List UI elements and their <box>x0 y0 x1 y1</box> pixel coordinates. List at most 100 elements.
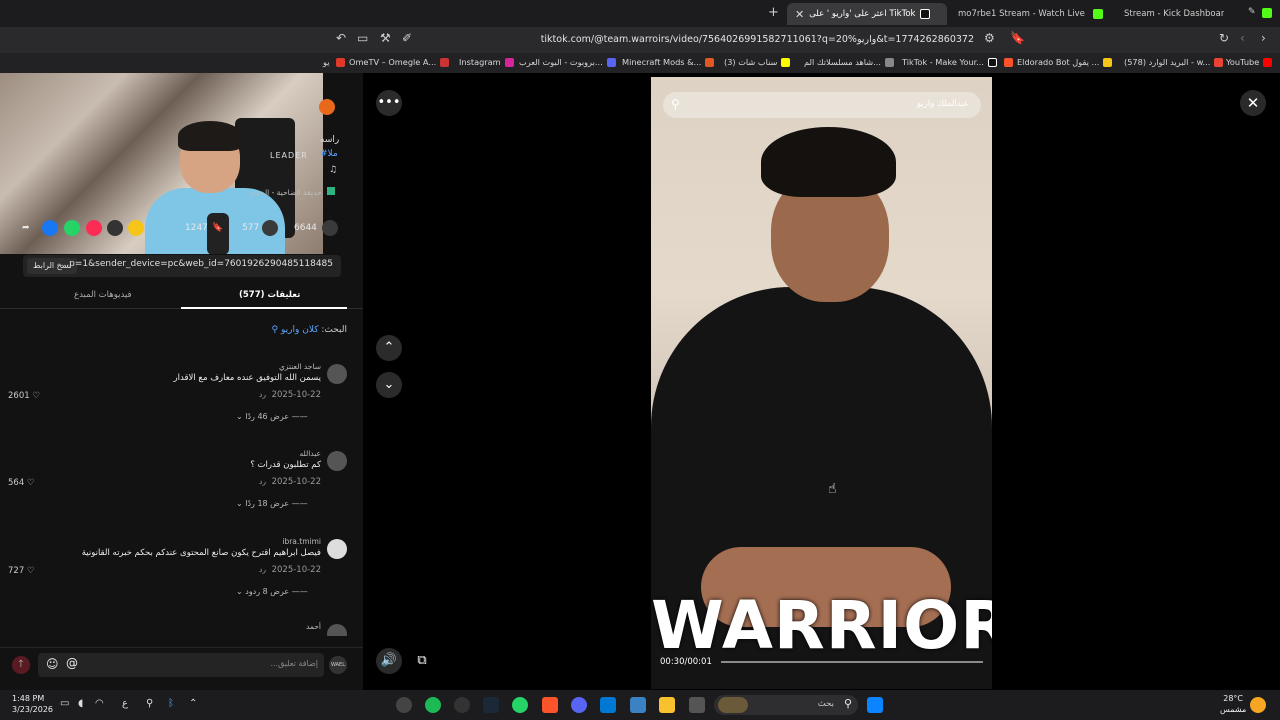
repost-icon[interactable] <box>128 220 144 236</box>
comment-likes[interactable]: 564 ♡ <box>8 478 35 488</box>
bookmark-instagram[interactable]: Instagram <box>459 57 514 67</box>
taskbar-search[interactable]: بحث ⚲ <box>714 695 858 715</box>
video-search-bar[interactable]: ⚲ عبدالملك واريو <box>663 92 981 118</box>
video-progress-bar[interactable] <box>721 661 983 663</box>
bookmark-icon[interactable]: 🔖 <box>1010 31 1025 45</box>
send-icon[interactable] <box>86 220 102 236</box>
avatar[interactable] <box>327 539 347 559</box>
store-icon[interactable] <box>600 697 616 713</box>
bookmark-ometv[interactable]: OmeTV – Omegle A... <box>336 57 450 67</box>
facebook-icon[interactable] <box>42 220 58 236</box>
comment-username[interactable]: أحمد <box>306 622 321 631</box>
reply-button[interactable]: رد <box>259 390 266 399</box>
spotify-icon[interactable] <box>425 697 441 713</box>
volume-icon[interactable]: 🔊 <box>376 648 402 674</box>
user-avatar[interactable]: WAEL <box>329 656 347 674</box>
close-tab-icon[interactable]: ✕ <box>795 8 804 21</box>
settings-icon[interactable] <box>396 697 412 713</box>
next-video-icon[interactable]: ⌄ <box>376 372 402 398</box>
bookmark-shahid[interactable]: شاهد مسلسلاتك الم... <box>804 57 894 67</box>
file-explorer-icon[interactable] <box>659 697 675 713</box>
mention-icon[interactable]: @ <box>66 656 78 670</box>
bluetooth-icon[interactable]: ᛒ <box>168 698 174 709</box>
tab-tiktok-active[interactable]: ✕ اعثر على 'واريو ' على TikTok <box>787 3 947 25</box>
discord-icon[interactable] <box>571 697 587 713</box>
tab-kick-stream[interactable]: mo7rbe1 Stream - Watch Live on Kick <box>958 3 1106 25</box>
comment-username[interactable]: عبدالله <box>299 449 321 458</box>
windows-start-icon[interactable] <box>867 697 883 713</box>
view-replies-button[interactable]: ⌄ عرض 8 ردود —— <box>236 587 308 596</box>
extension-icon[interactable]: ✎ <box>1248 7 1256 17</box>
bookmark-gmail[interactable]: (578) البريد الوارد - w... <box>1124 57 1224 67</box>
bookmark-eldorado[interactable]: Eldorado Bot يقول ... <box>1004 57 1113 67</box>
comment-username[interactable]: ibra.tmimi <box>282 537 321 546</box>
emoji-icon[interactable]: ☺ <box>46 657 59 671</box>
whatsapp-icon[interactable] <box>512 697 528 713</box>
battery-icon[interactable]: ▭ <box>60 698 69 709</box>
github-icon[interactable] <box>454 697 470 713</box>
weather-widget[interactable]: 28°C مشمس <box>1220 693 1246 715</box>
speaker-icon[interactable]: ◖ <box>78 698 83 709</box>
embed-icon[interactable] <box>107 220 123 236</box>
comment-likes[interactable]: 2601 ♡ <box>8 391 40 401</box>
tab-creator-videos[interactable]: فيديوهات المبدع <box>74 290 132 300</box>
previous-video-icon[interactable]: ⌃ <box>376 335 402 361</box>
view-replies-button[interactable]: ⌄ عرض 18 ردًا —— <box>236 499 308 508</box>
undo-icon[interactable]: ↶ <box>336 31 346 45</box>
music-icon[interactable]: ♫ <box>329 165 337 175</box>
site-settings-icon[interactable]: ⚙ <box>984 31 995 45</box>
comment-username[interactable]: ساجد العنتزي <box>279 362 321 371</box>
brave-icon[interactable] <box>542 697 558 713</box>
chevron-up-icon[interactable]: ⌃ <box>189 698 197 709</box>
wifi-icon[interactable]: ◠ <box>95 698 104 709</box>
bookmark-snapchat[interactable]: (3) سناب شات <box>724 57 791 67</box>
bookmark-icon[interactable]: 🔖 <box>212 223 223 233</box>
bookmark-tiktok[interactable]: TikTok - Make Your... <box>902 57 997 67</box>
tiktok-icon <box>920 9 931 19</box>
comment-icon[interactable] <box>262 220 278 236</box>
avatar[interactable] <box>327 624 347 636</box>
video-player[interactable]: ⚲ عبدالملك واريو WARRIOR 00:30/00:01 <box>651 77 992 689</box>
forward-icon[interactable]: ‹ <box>1240 31 1245 45</box>
bookmark-youtube[interactable]: YouTube <box>1226 57 1273 67</box>
search-keyword-link[interactable]: كلان واريو <box>281 325 318 335</box>
microphone-icon[interactable]: ⚲ <box>146 698 153 709</box>
back-icon[interactable]: › <box>1261 31 1266 45</box>
clock[interactable]: 1:48 PM 3/23/2026 <box>12 693 53 715</box>
comment-input[interactable]: ☺ @ إضافة تعليق... <box>38 653 324 677</box>
post-comment-button[interactable]: ↑ <box>12 656 30 674</box>
bookmark-item[interactable]: يو <box>323 57 330 67</box>
location-tag[interactable]: حديقة الضاحية - الدمام <box>250 187 335 197</box>
heart-icon[interactable] <box>322 220 338 236</box>
task-view-icon[interactable] <box>689 697 705 713</box>
url-text[interactable]: tiktok.com/@team.warroirs/video/75640269… <box>541 34 974 45</box>
hashtag-link[interactable]: #ملا <box>320 149 338 159</box>
reply-button[interactable]: رد <box>259 477 266 486</box>
pip-icon[interactable]: ⧉ <box>409 648 435 674</box>
creator-avatar[interactable] <box>319 99 335 115</box>
reply-button[interactable]: رد <box>259 565 266 574</box>
bookmark-probot[interactable]: بروبوت - البوت العرب... <box>519 57 616 67</box>
share-url[interactable]: ...p=1&sender_device=pc&web_id=760192629… <box>61 259 333 269</box>
new-tab-icon[interactable]: + <box>768 5 779 20</box>
view-replies-button[interactable]: ⌄ عرض 46 ردًا —— <box>236 412 308 421</box>
steam-icon[interactable] <box>483 697 499 713</box>
language-indicator[interactable]: ع <box>122 698 128 709</box>
close-icon[interactable]: ✕ <box>1240 90 1266 116</box>
tab-comments[interactable]: (577) تعليقات <box>239 290 300 300</box>
magic-icon[interactable]: ✐ <box>402 31 412 45</box>
whatsapp-icon[interactable] <box>64 220 80 236</box>
tab-icon[interactable]: ▭ <box>357 31 368 45</box>
kick-icon[interactable] <box>1262 8 1272 18</box>
reload-icon[interactable]: ↻ <box>1219 31 1229 45</box>
tab-kick-dashboard[interactable]: Stream - Kick Dashboard <box>1124 3 1224 25</box>
share-icon[interactable]: ➦ <box>22 223 30 233</box>
avatar[interactable] <box>327 364 347 384</box>
comment-likes[interactable]: 727 ♡ <box>8 566 35 576</box>
avatar[interactable] <box>327 451 347 471</box>
bookmark-minecraft[interactable]: Minecraft Mods &... <box>622 57 715 67</box>
remote-desktop-icon[interactable] <box>630 697 646 713</box>
search-keyword[interactable]: البحث: كلان واريو ⚲ <box>272 325 347 335</box>
tools-icon[interactable]: ⚒ <box>380 31 391 45</box>
more-options-icon[interactable]: ••• <box>376 90 402 116</box>
